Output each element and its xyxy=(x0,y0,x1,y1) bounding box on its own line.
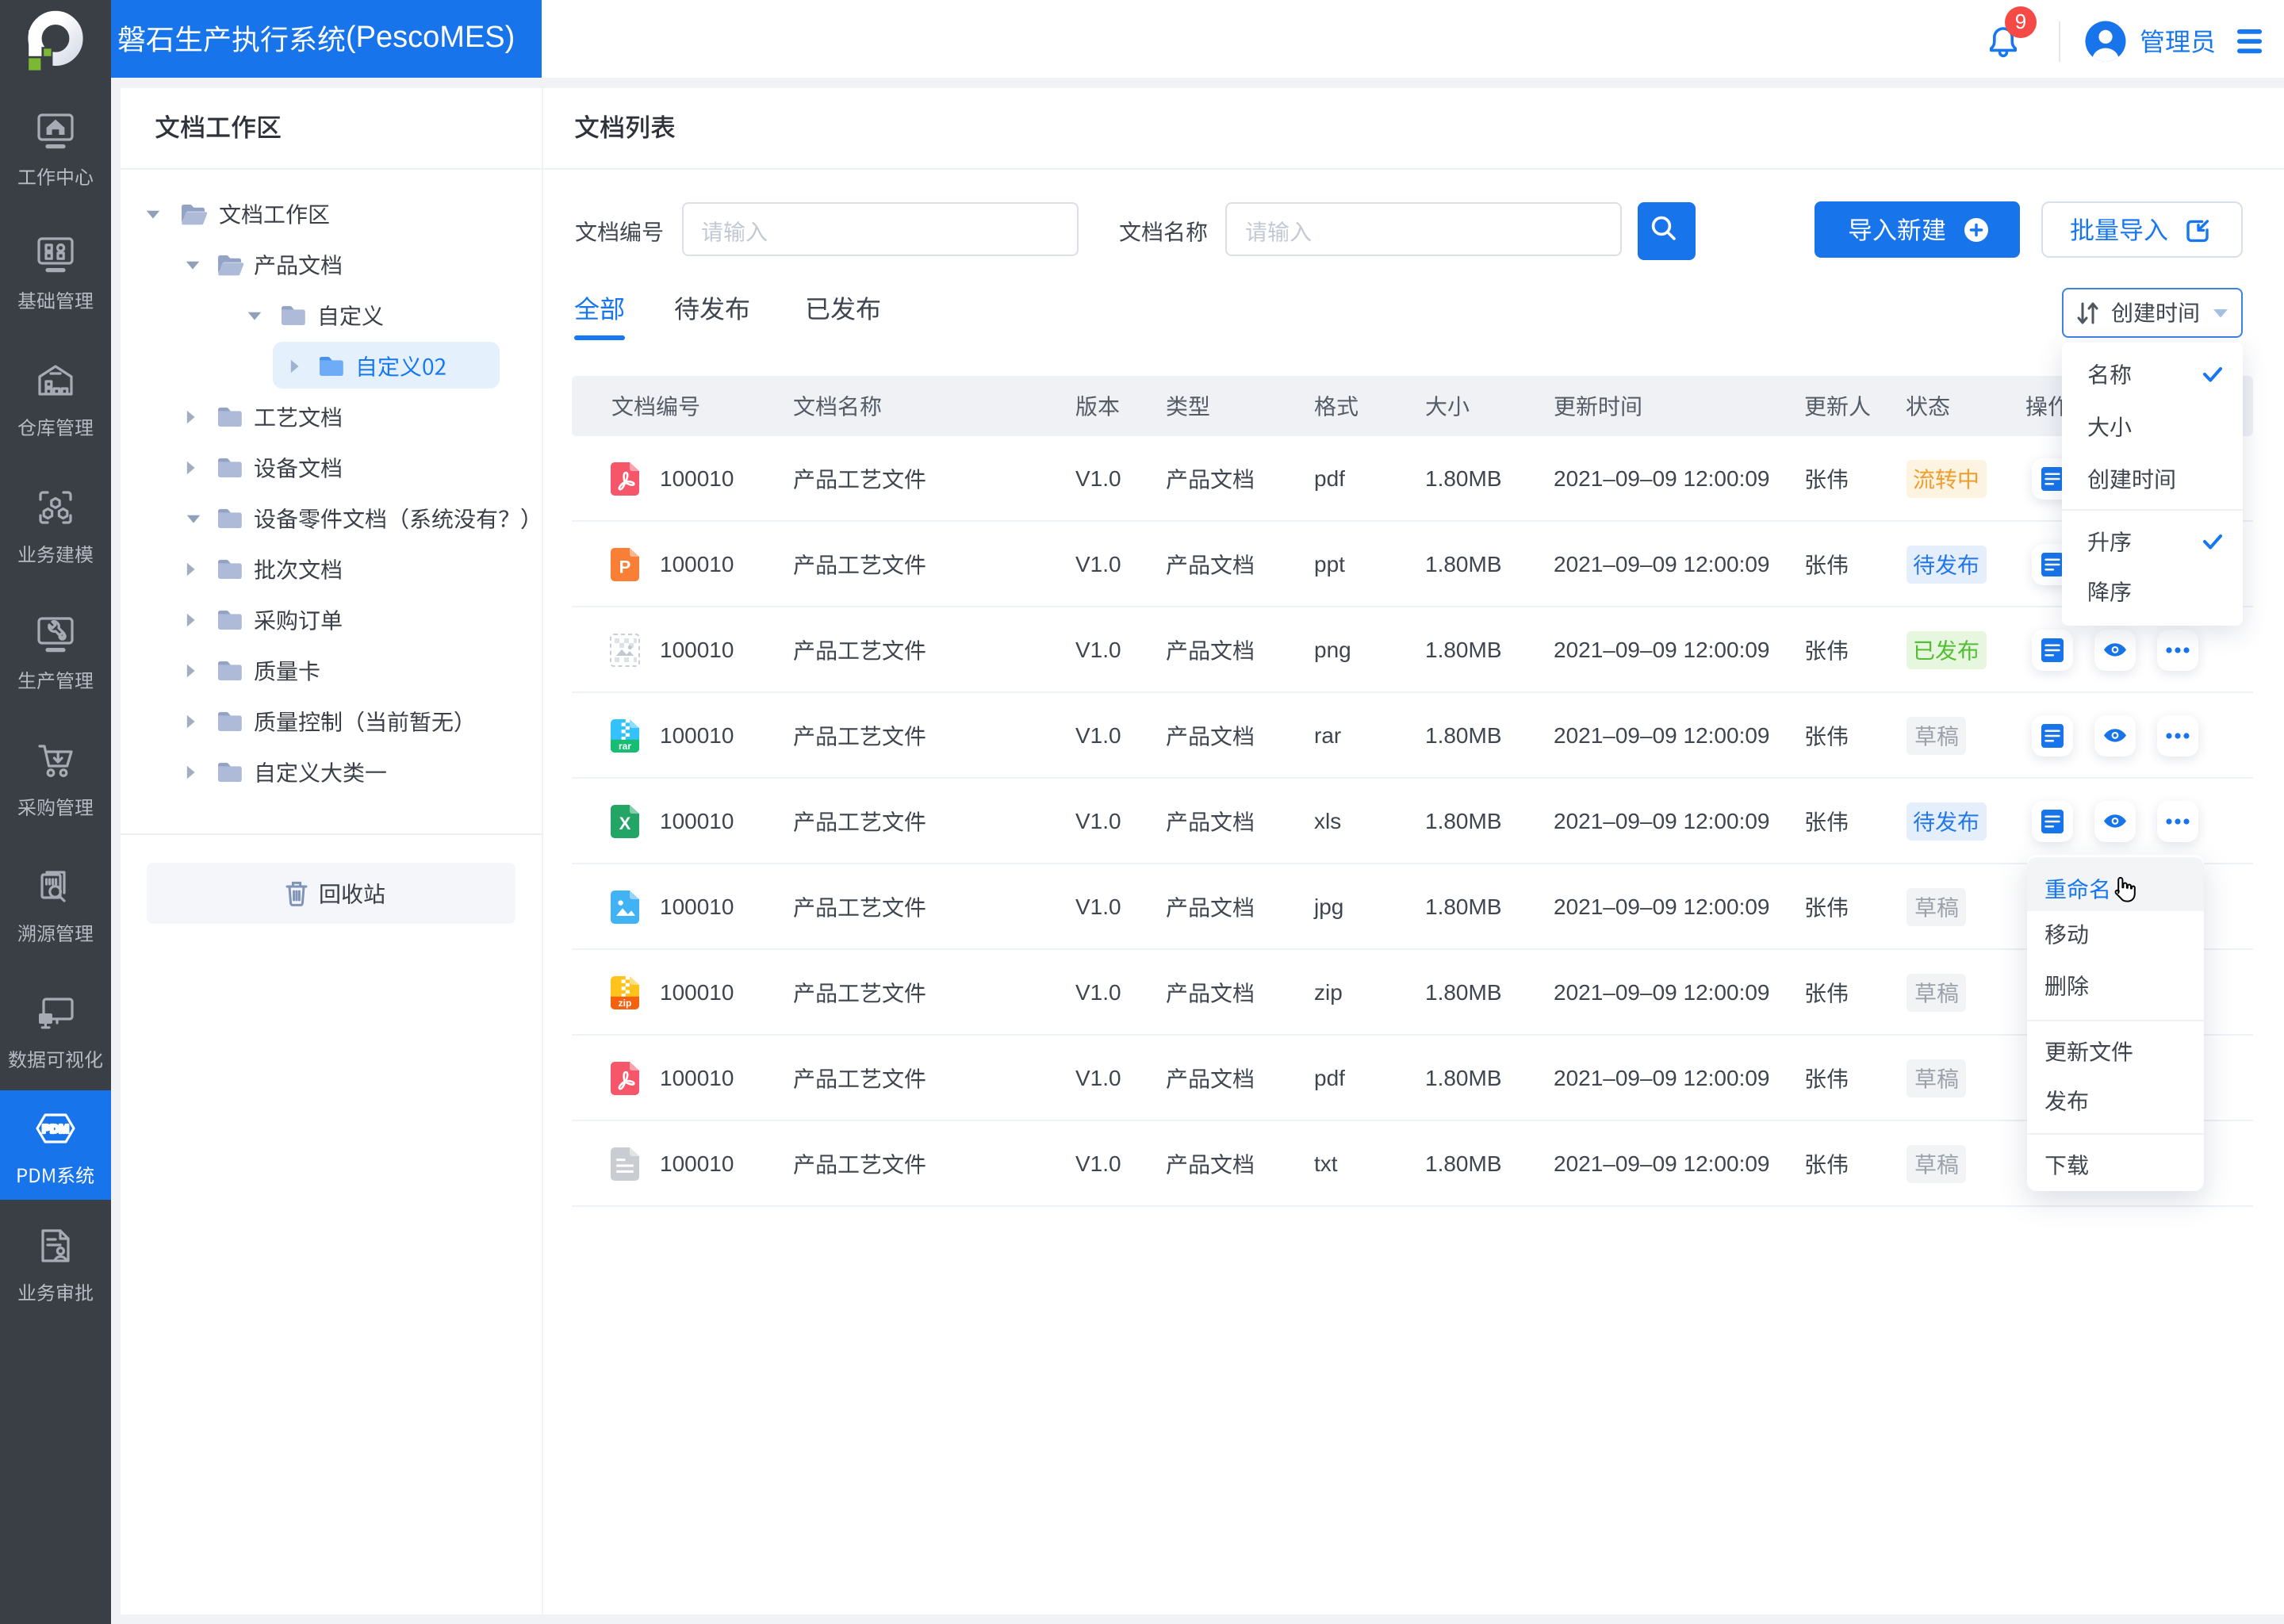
svg-text:P: P xyxy=(619,557,631,576)
svg-text:PDM: PDM xyxy=(42,1123,69,1136)
svg-text:X: X xyxy=(619,814,631,833)
svg-text:rar: rar xyxy=(619,741,631,752)
svg-text:zip: zip xyxy=(619,998,632,1009)
